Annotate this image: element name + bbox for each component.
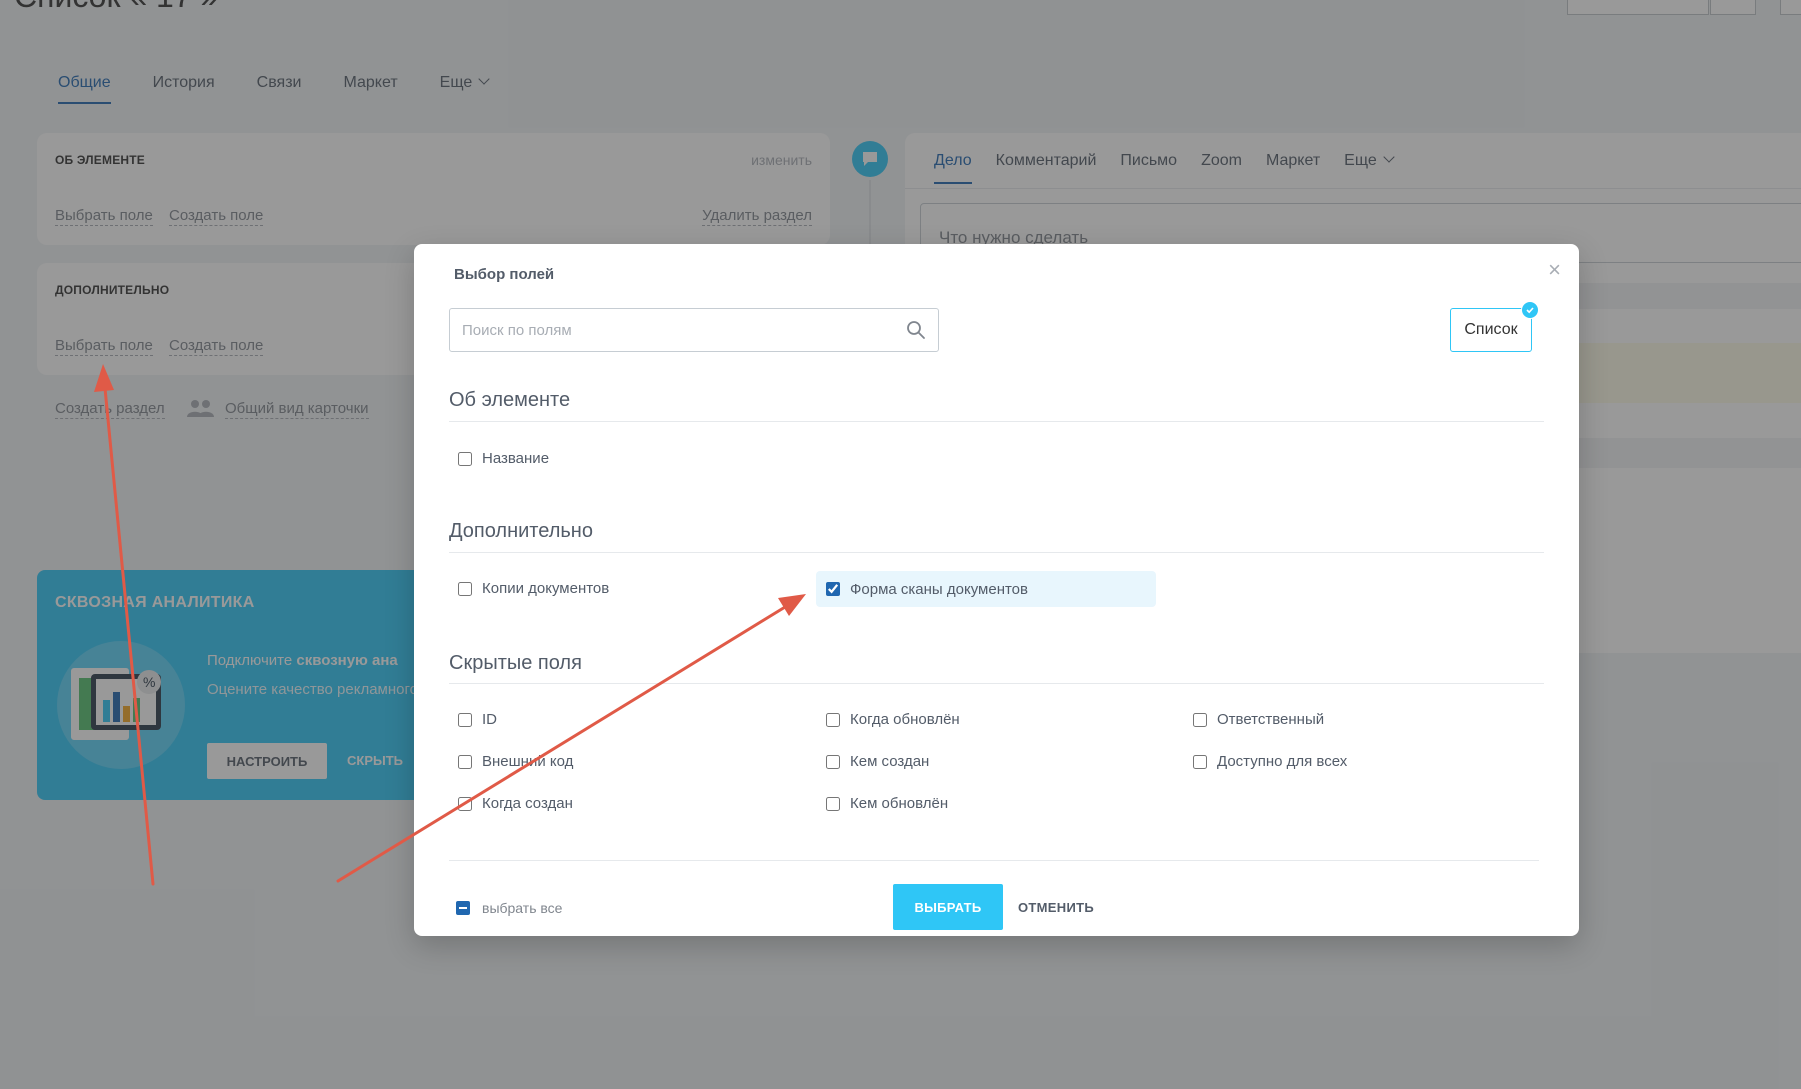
field-selection-dialog: Выбор полей × Список Об элементе Названи… xyxy=(414,244,1579,936)
field-document-copies[interactable]: Копии документов xyxy=(458,580,609,597)
field-id-checkbox[interactable] xyxy=(458,712,472,727)
select-all-label: выбрать все xyxy=(482,900,563,916)
field-id[interactable]: ID xyxy=(458,711,497,728)
field-responsible-checkbox[interactable] xyxy=(1193,712,1207,727)
field-available-for-all-label: Доступно для всех xyxy=(1217,753,1348,770)
field-updated-by[interactable]: Кем обновлён xyxy=(826,795,948,812)
field-responsible-label: Ответственный xyxy=(1217,711,1325,728)
select-all-indeterminate-icon[interactable] xyxy=(456,901,470,915)
field-created-by[interactable]: Кем создан xyxy=(826,753,929,770)
field-name[interactable]: Название xyxy=(458,450,549,467)
footer-divider xyxy=(449,860,1539,861)
field-search-input[interactable] xyxy=(450,309,902,351)
field-external-code-checkbox[interactable] xyxy=(458,754,472,769)
field-created-by-checkbox[interactable] xyxy=(826,754,840,769)
field-responsible[interactable]: Ответственный xyxy=(1193,711,1324,728)
field-updated-at-label: Когда обновлён xyxy=(850,711,960,728)
section-divider xyxy=(449,421,1544,422)
field-scan-form-label: Форма сканы документов xyxy=(850,580,1028,598)
field-scan-form-checkbox[interactable] xyxy=(826,582,840,596)
field-search-box xyxy=(449,308,939,352)
field-created-by-label: Кем создан xyxy=(850,753,930,770)
field-updated-at[interactable]: Когда обновлён xyxy=(826,711,960,728)
field-document-copies-label: Копии документов xyxy=(482,580,610,597)
field-name-label: Название xyxy=(482,450,550,467)
select-all[interactable]: выбрать все xyxy=(456,900,562,916)
list-view-button[interactable]: Список xyxy=(1450,301,1539,352)
field-updated-at-checkbox[interactable] xyxy=(826,712,840,727)
field-scan-form[interactable]: Форма сканы документов xyxy=(816,571,1156,607)
section-about-heading: Об элементе xyxy=(449,389,571,411)
field-name-checkbox[interactable] xyxy=(458,451,472,466)
section-divider xyxy=(449,552,1544,553)
field-available-for-all[interactable]: Доступно для всех xyxy=(1193,753,1347,770)
section-hidden-heading: Скрытые поля xyxy=(449,652,582,674)
field-updated-by-label: Кем обновлён xyxy=(850,795,949,812)
select-button[interactable]: ВЫБРАТЬ xyxy=(893,884,1003,930)
field-updated-by-checkbox[interactable] xyxy=(826,796,840,811)
check-badge-icon xyxy=(1521,301,1539,319)
cancel-button[interactable]: ОТМЕНИТЬ xyxy=(1018,900,1094,915)
field-external-code[interactable]: Внешний код xyxy=(458,753,573,770)
dialog-title: Выбор полей xyxy=(454,266,555,283)
field-document-copies-checkbox[interactable] xyxy=(458,581,472,596)
section-divider xyxy=(449,683,1544,684)
section-extra-heading: Дополнительно xyxy=(449,520,593,542)
field-id-label: ID xyxy=(482,711,497,728)
field-external-code-label: Внешний код xyxy=(482,753,574,770)
field-created-at-checkbox[interactable] xyxy=(458,796,472,811)
field-available-for-all-checkbox[interactable] xyxy=(1193,754,1207,769)
search-icon[interactable] xyxy=(906,320,926,345)
close-icon[interactable]: × xyxy=(1548,259,1561,281)
list-view-label: Список xyxy=(1464,321,1518,338)
field-created-at[interactable]: Когда создан xyxy=(458,795,573,812)
field-created-at-label: Когда создан xyxy=(482,795,573,812)
